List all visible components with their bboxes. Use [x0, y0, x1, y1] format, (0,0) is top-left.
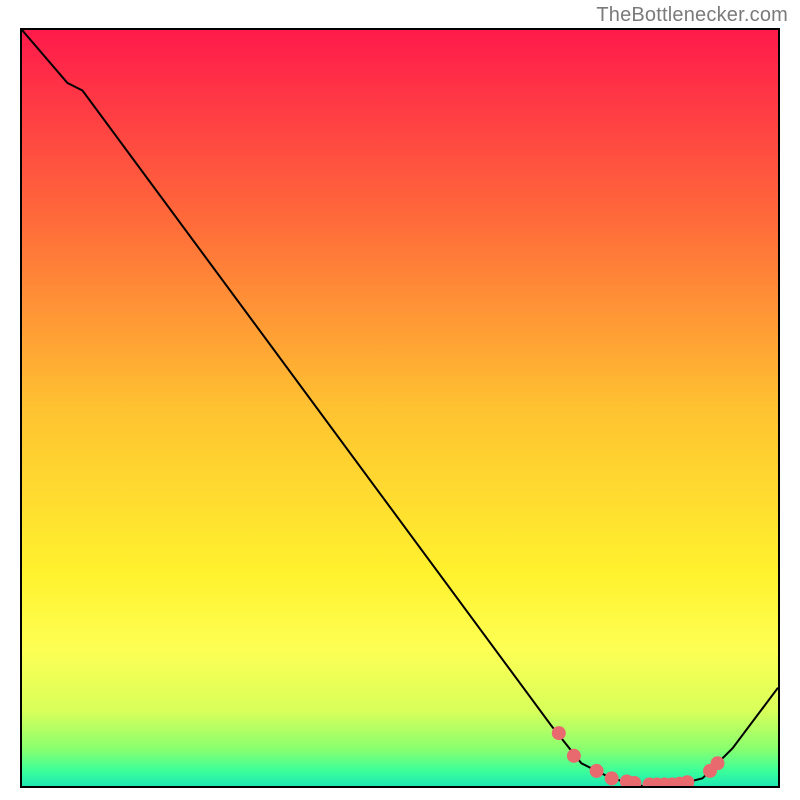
bottleneck-curve	[22, 30, 778, 786]
marker-dot	[590, 764, 604, 778]
marker-dot	[552, 726, 566, 740]
marker-dot	[680, 775, 694, 786]
marker-dot	[605, 771, 619, 785]
marker-dot	[567, 749, 581, 763]
marker-dot	[711, 756, 725, 770]
plot-area	[20, 28, 780, 788]
attribution-label: TheBottlenecker.com	[596, 4, 788, 27]
curve-layer	[22, 30, 778, 786]
chart-container: TheBottlenecker.com	[0, 0, 800, 800]
highlight-dots	[552, 726, 725, 786]
